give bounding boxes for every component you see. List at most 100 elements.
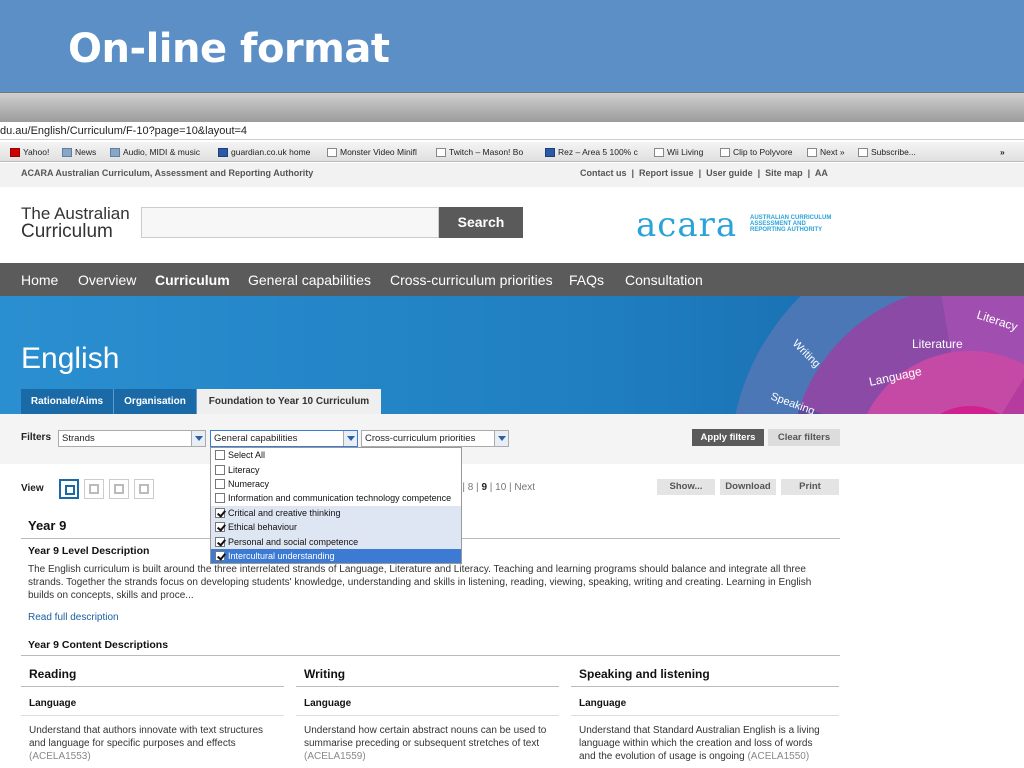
nav-faqs[interactable]: FAQs xyxy=(569,272,604,288)
read-full-description-link[interactable]: Read full description xyxy=(28,612,119,623)
strands-select[interactable]: Strands xyxy=(58,430,206,447)
nav-cross-curriculum[interactable]: Cross-curriculum priorities xyxy=(390,272,553,288)
option-intercultural[interactable]: Intercultural understanding xyxy=(211,548,461,564)
pagination[interactable]: 7 | 8 | 9 | 10 | Next xyxy=(454,482,535,493)
option-literacy[interactable]: Literacy xyxy=(211,462,461,476)
text-size-link[interactable]: AA xyxy=(815,168,828,178)
print-button[interactable]: Print xyxy=(781,479,839,495)
wheel-label-literature: Literature xyxy=(912,337,963,351)
apply-filters-button[interactable]: Apply filters xyxy=(692,429,764,446)
column-speaking-listening: Speaking and listening Language Understa… xyxy=(571,656,839,768)
column-title: Writing xyxy=(296,656,559,687)
bookmark-polyvore[interactable]: Clip to Polyvore xyxy=(720,147,793,157)
bookmark-next[interactable]: Next » xyxy=(807,147,845,157)
nav-home[interactable]: Home xyxy=(21,272,58,288)
tab-rationale[interactable]: Rationale/Aims xyxy=(21,389,114,414)
utility-links: Contact us | Report issue | User guide |… xyxy=(580,168,828,178)
option-ethical-behaviour[interactable]: Ethical behaviour xyxy=(211,519,461,535)
column-subheading: Language xyxy=(579,698,627,709)
filters-bar: Filters Strands General capabilities Cro… xyxy=(0,414,1024,464)
chevron-down-icon xyxy=(494,431,508,446)
contact-link[interactable]: Contact us xyxy=(580,168,627,178)
tab-foundation-year10[interactable]: Foundation to Year 10 Curriculum xyxy=(197,389,381,414)
browser-toolbar xyxy=(0,92,1024,122)
layout-4-icon[interactable] xyxy=(134,479,154,499)
nav-general-capabilities[interactable]: General capabilities xyxy=(248,272,371,288)
option-ict[interactable]: Information and communication technology… xyxy=(211,491,461,505)
download-button[interactable]: Download xyxy=(720,479,776,495)
bookmark-rez[interactable]: Rez – Area 5 100% c xyxy=(545,147,638,157)
checkbox[interactable] xyxy=(215,478,225,489)
content-code[interactable]: (ACELA1559) xyxy=(304,751,366,762)
checkbox-checked[interactable] xyxy=(215,550,225,561)
level-description-text: The English curriculum is built around t… xyxy=(28,564,812,601)
subject-title: English xyxy=(21,342,120,375)
checkbox[interactable] xyxy=(215,493,225,504)
bookmark-wii[interactable]: Wii Living xyxy=(654,147,703,157)
layout-1-icon[interactable] xyxy=(59,479,79,499)
checkbox-checked[interactable] xyxy=(215,536,225,547)
level-description-heading: Year 9 Level Description xyxy=(28,545,150,557)
nav-curriculum[interactable]: Curriculum xyxy=(155,272,230,288)
nav-overview[interactable]: Overview xyxy=(78,272,136,288)
url-text: du.au/English/Curriculum/F-10?page=10&la… xyxy=(0,125,248,137)
nav-consultation[interactable]: Consultation xyxy=(625,272,703,288)
page-icon xyxy=(858,147,868,157)
option-critical-thinking[interactable]: Critical and creative thinking xyxy=(211,505,461,520)
google-icon xyxy=(545,147,555,157)
search-button[interactable]: Search xyxy=(439,207,523,238)
slide-title-bar: On-line format xyxy=(0,0,1024,92)
content-description: Understand how certain abstract nouns ca… xyxy=(304,725,547,762)
bookmark-yahoo[interactable]: Yahoo! xyxy=(10,147,49,157)
tab-organisation[interactable]: Organisation xyxy=(114,389,197,414)
main-nav: Home Overview Curriculum General capabil… xyxy=(0,263,1024,296)
guardian-icon xyxy=(218,147,228,157)
chevron-down-icon xyxy=(343,431,357,446)
layout-2-icon[interactable] xyxy=(84,479,104,499)
column-writing: Writing Language Understand how certain … xyxy=(296,656,559,768)
chevron-down-icon xyxy=(191,431,205,446)
checkbox-checked[interactable] xyxy=(215,522,225,533)
general-capabilities-dropdown: Select All Literacy Numeracy Information… xyxy=(210,447,462,564)
slide-title: On-line format xyxy=(68,26,390,72)
general-capabilities-select[interactable]: General capabilities xyxy=(210,430,358,447)
bookmark-audio[interactable]: Audio, MIDI & music xyxy=(110,147,200,157)
folder-icon xyxy=(110,147,120,157)
page-icon xyxy=(720,147,730,157)
show-button[interactable]: Show... xyxy=(657,479,715,495)
site-logo[interactable]: The Australian Curriculum xyxy=(21,205,130,242)
org-name: ACARA Australian Curriculum, Assessment … xyxy=(21,168,314,178)
content-description: Understand that Standard Australian Engl… xyxy=(579,725,820,762)
user-guide-link[interactable]: User guide xyxy=(706,168,753,178)
english-banner: English Literacy Literature Language Wri… xyxy=(0,296,1024,414)
content-code[interactable]: (ACELA1553) xyxy=(29,751,91,762)
bookmarks-overflow[interactable]: » xyxy=(1000,147,1005,157)
option-personal-social[interactable]: Personal and social competence xyxy=(211,534,461,549)
address-bar[interactable]: du.au/English/Curriculum/F-10?page=10&la… xyxy=(0,122,1024,140)
column-title: Reading xyxy=(21,656,284,687)
checkbox[interactable] xyxy=(215,464,225,475)
option-select-all[interactable]: Select All xyxy=(211,448,461,462)
checkbox-checked[interactable] xyxy=(215,507,225,518)
cross-curriculum-select[interactable]: Cross-curriculum priorities xyxy=(361,430,509,447)
page-icon xyxy=(654,147,664,157)
option-numeracy[interactable]: Numeracy xyxy=(211,477,461,491)
search-input[interactable] xyxy=(141,207,439,238)
site-map-link[interactable]: Site map xyxy=(765,168,803,178)
year-heading: Year 9 xyxy=(28,518,67,533)
layout-3-icon[interactable] xyxy=(109,479,129,499)
bookmarks-bar: Yahoo! News Audio, MIDI & music guardian… xyxy=(0,142,1024,162)
page-icon xyxy=(436,147,446,157)
site-header: The Australian Curriculum Search acara A… xyxy=(0,187,1024,263)
report-issue-link[interactable]: Report issue xyxy=(639,168,694,178)
bookmark-monster[interactable]: Monster Video Minifl xyxy=(327,147,417,157)
bookmark-twitch[interactable]: Twitch – Mason! Bo xyxy=(436,147,523,157)
column-subheading: Language xyxy=(29,698,77,709)
bookmark-news[interactable]: News xyxy=(62,147,96,157)
bookmark-subscribe[interactable]: Subscribe... xyxy=(858,147,916,157)
checkbox[interactable] xyxy=(215,450,225,461)
content-code[interactable]: (ACELA1550) xyxy=(747,751,809,762)
bookmark-guardian[interactable]: guardian.co.uk home xyxy=(218,147,310,157)
page-icon xyxy=(327,147,337,157)
clear-filters-button[interactable]: Clear filters xyxy=(768,429,840,446)
